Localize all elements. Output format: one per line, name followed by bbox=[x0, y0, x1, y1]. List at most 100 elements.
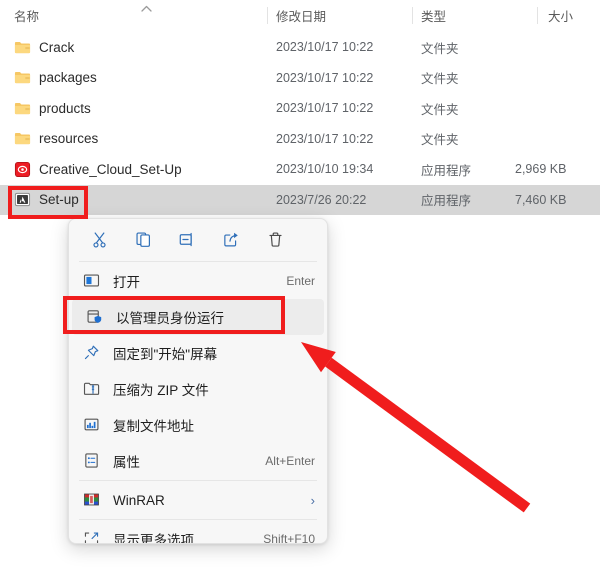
column-header-name[interactable]: 名称 bbox=[14, 0, 39, 30]
context-menu-item[interactable]: 属性 Alt+Enter bbox=[69, 443, 327, 479]
file-name-cell[interactable]: packages bbox=[14, 63, 97, 94]
cut-button[interactable] bbox=[77, 223, 121, 257]
copy-icon bbox=[134, 230, 153, 249]
context-menu-item-label: 属性 bbox=[113, 455, 140, 470]
column-header-date-label: 修改日期 bbox=[276, 9, 327, 24]
context-menu: 打开 Enter 以管理员身份运行 固定到"开始"屏幕 压缩为 ZIP 文件 复… bbox=[68, 218, 328, 544]
file-name-label: products bbox=[39, 100, 91, 116]
creative-cloud-icon bbox=[14, 161, 31, 178]
column-header-size[interactable]: 大小 bbox=[548, 0, 573, 30]
folder-icon bbox=[14, 69, 31, 86]
column-header-type-label: 类型 bbox=[421, 9, 447, 24]
menu-separator bbox=[79, 480, 317, 481]
file-date-cell: 2023/10/17 10:22 bbox=[276, 93, 373, 124]
file-type-cell: 应用程序 bbox=[421, 185, 471, 216]
file-name-label: resources bbox=[39, 131, 99, 147]
context-menu-item[interactable]: 压缩为 ZIP 文件 bbox=[69, 371, 327, 407]
file-date-label: 2023/10/10 19:34 bbox=[276, 162, 374, 177]
sort-ascending-icon[interactable] bbox=[141, 5, 152, 12]
context-menu-item-shortcut: Alt+Enter bbox=[265, 454, 315, 468]
file-date-cell: 2023/10/17 10:22 bbox=[276, 124, 373, 155]
file-name-label: Set-up bbox=[39, 192, 79, 208]
file-explorer-window: 名称 修改日期 类型 大小 Crack 2023/10/17 10:22 文件夹… bbox=[0, 0, 600, 577]
file-type-cell: 文件夹 bbox=[421, 63, 459, 94]
file-date-label: 2023/10/17 10:22 bbox=[276, 131, 374, 146]
context-menu-item[interactable]: WinRAR › bbox=[69, 482, 327, 518]
context-menu-item[interactable]: 复制文件地址 bbox=[69, 407, 327, 443]
rename-button[interactable] bbox=[165, 223, 209, 257]
file-row[interactable]: Crack 2023/10/17 10:22 文件夹 bbox=[0, 32, 600, 63]
column-divider-1[interactable] bbox=[267, 7, 268, 24]
file-type-label: 应用程序 bbox=[421, 163, 472, 178]
column-header-bar: 名称 修改日期 类型 大小 bbox=[0, 0, 600, 30]
file-name-cell[interactable]: products bbox=[14, 93, 91, 124]
column-divider-2[interactable] bbox=[412, 7, 413, 24]
rename-icon bbox=[178, 230, 197, 249]
file-type-label: 文件夹 bbox=[421, 133, 459, 148]
copy-button[interactable] bbox=[121, 223, 165, 257]
delete-icon bbox=[266, 230, 285, 249]
column-header-type[interactable]: 类型 bbox=[421, 0, 446, 30]
context-menu-item-label: 压缩为 ZIP 文件 bbox=[113, 383, 209, 398]
context-menu-toolbar bbox=[69, 219, 327, 260]
file-name-cell[interactable]: Crack bbox=[14, 32, 74, 63]
file-name-label: packages bbox=[39, 70, 97, 86]
context-menu-item-label: 复制文件地址 bbox=[113, 419, 194, 434]
context-menu-item-label: 固定到"开始"屏幕 bbox=[113, 347, 218, 362]
file-date-label: 2023/7/26 20:22 bbox=[276, 192, 367, 207]
file-type-label: 文件夹 bbox=[421, 41, 459, 56]
file-name-label: Crack bbox=[39, 39, 75, 55]
file-type-label: 应用程序 bbox=[421, 194, 472, 209]
file-type-cell: 文件夹 bbox=[421, 124, 459, 155]
delete-button[interactable] bbox=[253, 223, 297, 257]
adobe-app-icon bbox=[14, 191, 31, 208]
file-date-label: 2023/10/17 10:22 bbox=[276, 101, 374, 116]
context-menu-items: 打开 Enter 以管理员身份运行 固定到"开始"屏幕 压缩为 ZIP 文件 复… bbox=[69, 263, 327, 544]
context-menu-item[interactable]: 固定到"开始"屏幕 bbox=[69, 335, 327, 371]
file-date-cell: 2023/10/17 10:22 bbox=[276, 63, 373, 94]
file-list: Crack 2023/10/17 10:22 文件夹 packages 2023… bbox=[0, 32, 600, 215]
context-menu-item-label: 显示更多选项 bbox=[113, 533, 194, 544]
file-date-label: 2023/10/17 10:22 bbox=[276, 70, 374, 85]
toolbar-separator bbox=[79, 261, 317, 262]
context-menu-item-shortcut: Shift+F10 bbox=[263, 532, 315, 544]
context-menu-item-label: 打开 bbox=[113, 275, 140, 290]
file-date-cell: 2023/7/26 20:22 bbox=[276, 185, 366, 216]
context-menu-item-shortcut: Enter bbox=[286, 274, 315, 288]
file-name-cell[interactable]: resources bbox=[14, 124, 98, 155]
share-button[interactable] bbox=[209, 223, 253, 257]
file-name-label: Creative_Cloud_Set-Up bbox=[39, 161, 182, 177]
winrar-icon bbox=[83, 491, 101, 509]
file-name-cell[interactable]: Set-up bbox=[14, 185, 79, 216]
file-size-label: 7,460 KB bbox=[515, 192, 567, 207]
file-row[interactable]: resources 2023/10/17 10:22 文件夹 bbox=[0, 124, 600, 155]
file-row[interactable]: products 2023/10/17 10:22 文件夹 bbox=[0, 93, 600, 124]
file-row[interactable]: Creative_Cloud_Set-Up 2023/10/10 19:34 应… bbox=[0, 154, 600, 185]
file-size-cell: 2,969 KB bbox=[515, 154, 566, 185]
context-menu-item[interactable]: 显示更多选项 Shift+F10 bbox=[69, 521, 327, 544]
file-type-label: 文件夹 bbox=[421, 102, 459, 117]
cut-icon bbox=[90, 230, 109, 249]
context-menu-item[interactable]: 打开 Enter bbox=[69, 263, 327, 299]
column-divider-3[interactable] bbox=[537, 7, 538, 24]
folder-icon bbox=[14, 130, 31, 147]
column-header-name-label: 名称 bbox=[14, 9, 40, 24]
folder-icon bbox=[14, 100, 31, 117]
file-date-label: 2023/10/17 10:22 bbox=[276, 40, 374, 55]
file-date-cell: 2023/10/17 10:22 bbox=[276, 32, 373, 63]
file-type-label: 文件夹 bbox=[421, 72, 459, 87]
more-options-icon bbox=[83, 530, 101, 543]
context-menu-item[interactable]: 以管理员身份运行 bbox=[72, 299, 324, 335]
context-menu-item-label: 以管理员身份运行 bbox=[116, 311, 224, 326]
file-row[interactable]: packages 2023/10/17 10:22 文件夹 bbox=[0, 63, 600, 94]
file-type-cell: 文件夹 bbox=[421, 93, 459, 124]
column-header-date[interactable]: 修改日期 bbox=[276, 0, 326, 30]
zip-icon bbox=[83, 380, 101, 398]
file-name-cell[interactable]: Creative_Cloud_Set-Up bbox=[14, 154, 182, 185]
shield-run-icon bbox=[86, 308, 104, 326]
properties-icon bbox=[83, 452, 101, 470]
folder-icon bbox=[14, 39, 31, 56]
file-size-label: 2,969 KB bbox=[515, 162, 567, 177]
column-header-size-label: 大小 bbox=[548, 9, 574, 24]
file-row[interactable]: Set-up 2023/7/26 20:22 应用程序 7,460 KB bbox=[0, 184, 600, 216]
